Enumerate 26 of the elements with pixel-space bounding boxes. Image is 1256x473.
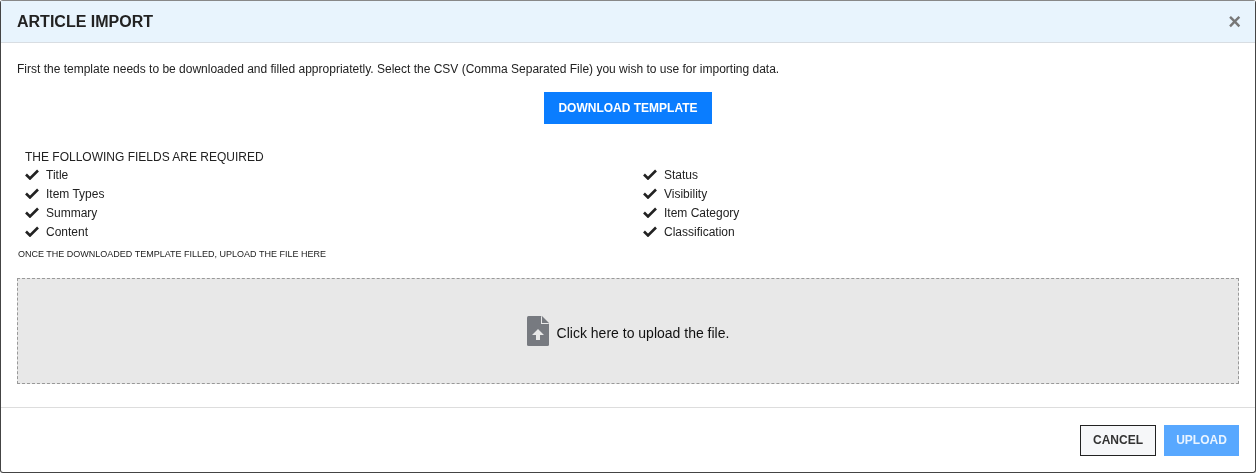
- close-button[interactable]: ×: [1228, 10, 1241, 33]
- instruction-text: First the template needs to be downloaded and filled appropriatetly. Select the CSV (Comma Separated File) you wish to use for importing data.: [17, 62, 781, 76]
- file-upload-icon: [526, 316, 549, 346]
- required-field-label: Item Types: [46, 186, 105, 201]
- checkmark-icon: [643, 207, 657, 218]
- required-field-label: Content: [46, 224, 89, 239]
- required-fields-heading: THE FOLLOWING FIELDS ARE REQUIRED: [25, 150, 265, 164]
- upload-prompt: Click here to upload the file.: [556, 325, 730, 341]
- required-field-label: Title: [46, 167, 69, 182]
- checkmark-icon: [643, 169, 657, 180]
- checkmark-icon: [25, 226, 39, 237]
- required-field-label: Classification: [664, 224, 735, 239]
- required-field-label: Summary: [46, 205, 98, 220]
- checkmark-icon: [25, 169, 39, 180]
- checkmark-icon: [25, 188, 39, 199]
- upload-dropzone[interactable]: Click here to upload the file.: [17, 278, 1239, 384]
- dialog-title: ARTICLE IMPORT: [17, 12, 153, 31]
- cancel-button[interactable]: CANCEL: [1080, 424, 1156, 456]
- download-template-button[interactable]: DOWNLOAD TEMPLATE: [544, 92, 712, 124]
- checkmark-icon: [643, 226, 657, 237]
- checkmark-icon: [643, 188, 657, 199]
- required-field-label: Item Category: [664, 205, 740, 220]
- required-field-label: Status: [664, 167, 699, 182]
- upload-note: ONCE THE DOWNLOADED TEMPLATE FILLED, UPLOAD THE FILE HERE: [18, 249, 327, 259]
- checkmark-icon: [25, 207, 39, 218]
- required-field-label: Visibility: [664, 186, 708, 201]
